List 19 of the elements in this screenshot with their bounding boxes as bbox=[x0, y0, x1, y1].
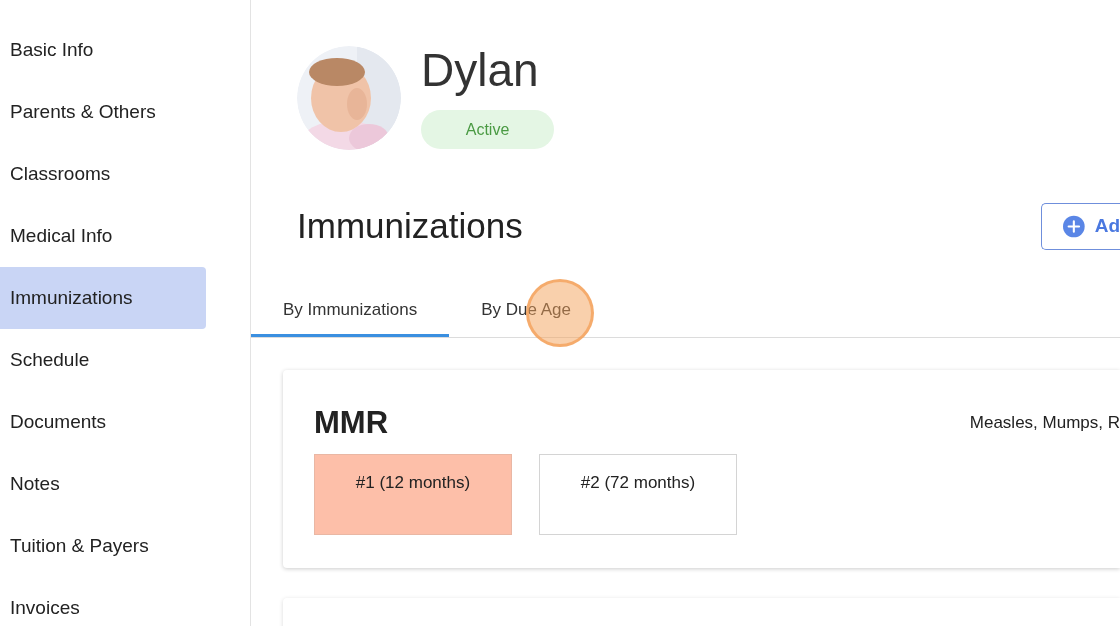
vaccine-description: Measles, Mumps, R bbox=[969, 412, 1120, 434]
section-title: Immunizations bbox=[297, 205, 523, 247]
add-button[interactable]: Ad bbox=[1041, 202, 1120, 250]
sidebar-item[interactable]: Invoices bbox=[0, 577, 206, 626]
sidebar-item[interactable]: Medical Info bbox=[0, 205, 206, 267]
sidebar-item[interactable]: Classrooms bbox=[0, 143, 206, 205]
sidebar-item[interactable]: Schedule bbox=[0, 329, 206, 391]
sidebar-item[interactable]: Tuition & Payers bbox=[0, 515, 206, 577]
vaccine-title: MMR bbox=[314, 403, 389, 442]
child-name: Dylan bbox=[421, 46, 540, 94]
sidebar-item[interactable]: Immunizations bbox=[0, 267, 206, 329]
dose-box[interactable]: #1 (12 months) bbox=[314, 454, 512, 535]
dose-box[interactable]: #2 (72 months) bbox=[539, 454, 737, 535]
tab[interactable]: By Immunizations bbox=[251, 286, 450, 337]
sidebar-item[interactable]: Basic Info bbox=[0, 19, 206, 81]
status-badge: Active bbox=[421, 110, 554, 149]
sidebar-item[interactable]: Parents & Others bbox=[0, 81, 206, 143]
sidebar-item[interactable]: Notes bbox=[0, 453, 206, 515]
sidebar-item[interactable]: Documents bbox=[0, 391, 206, 453]
